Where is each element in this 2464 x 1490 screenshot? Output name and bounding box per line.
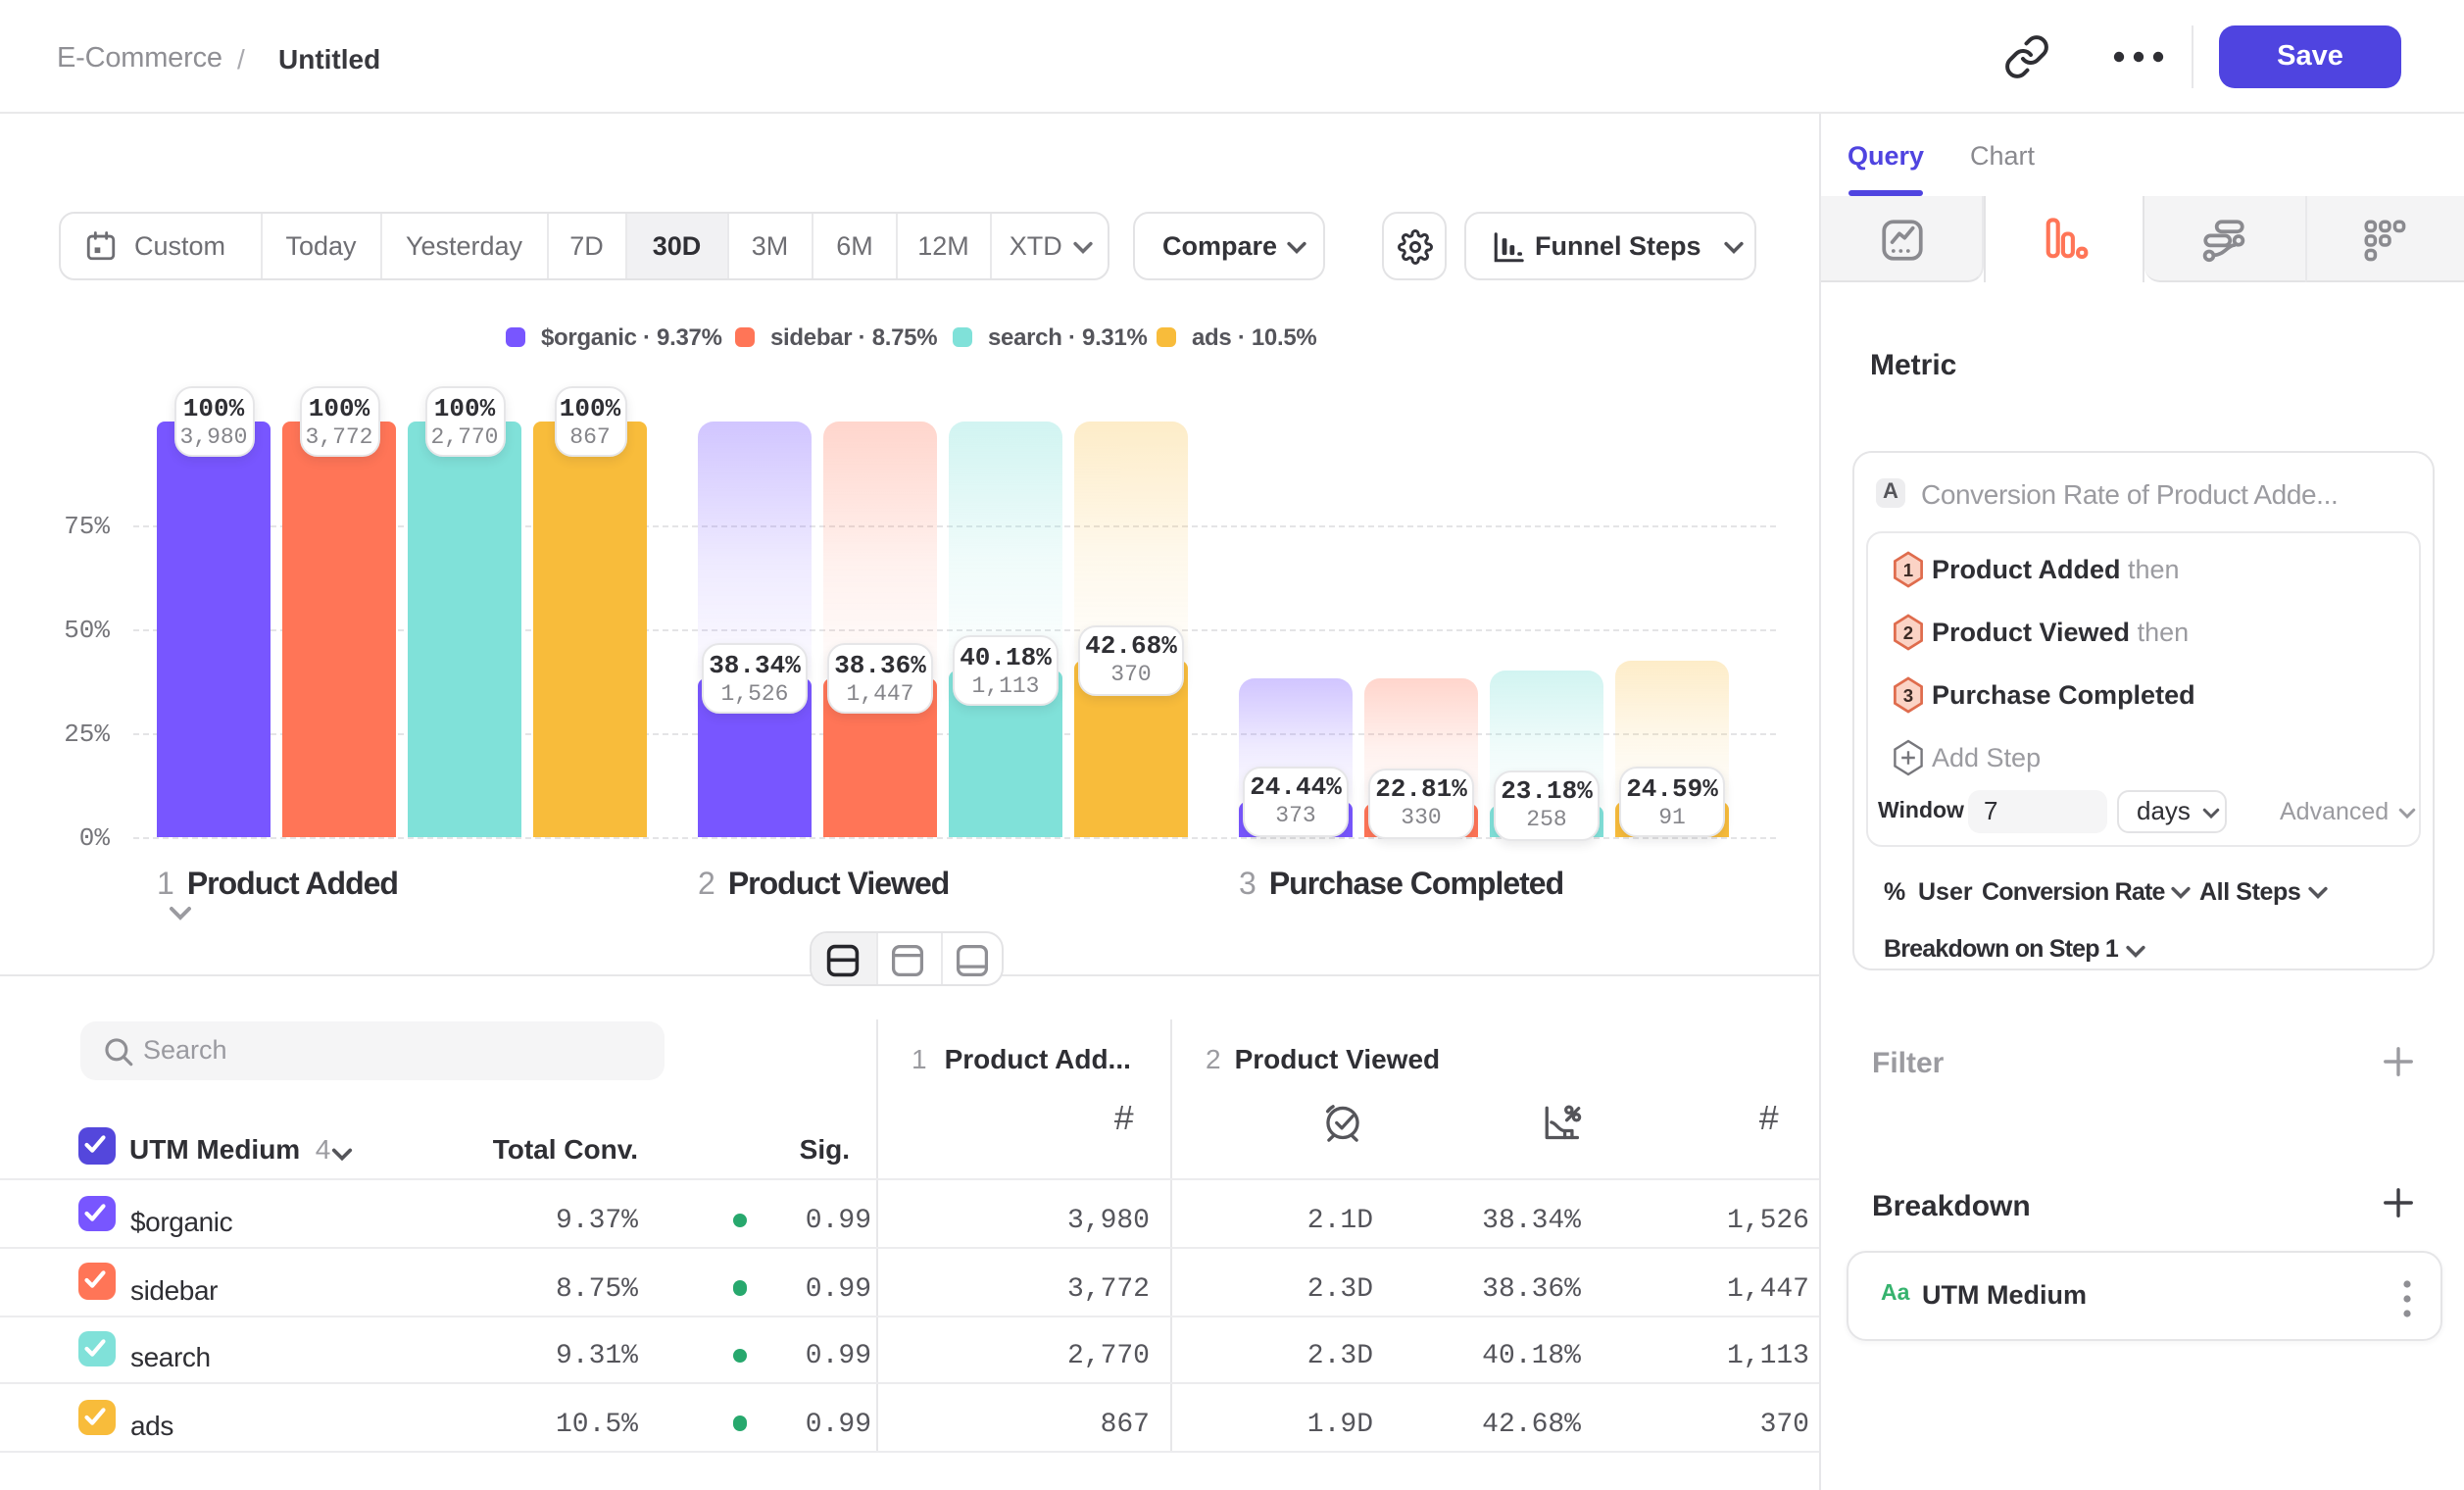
- svg-text:2: 2: [1903, 622, 1913, 643]
- svg-text:3: 3: [1903, 685, 1913, 706]
- svg-text:1: 1: [1903, 560, 1913, 580]
